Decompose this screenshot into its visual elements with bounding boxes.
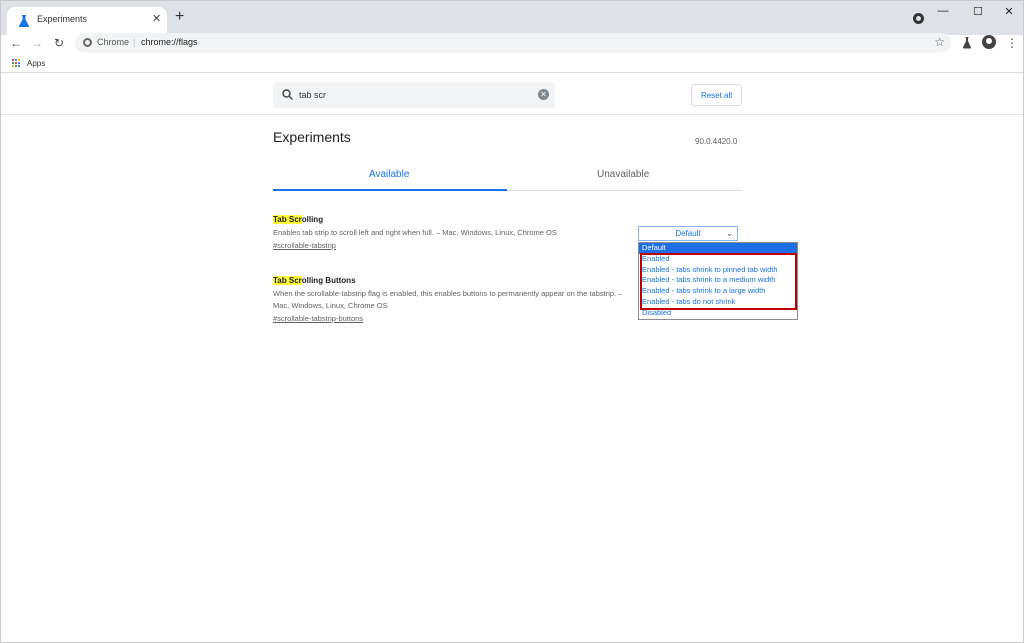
flag-state-select[interactable]: Default ⌄: [638, 226, 738, 241]
toolbar: ← → ↻ Chrome | chrome://flags ☆ ⋮: [1, 33, 1023, 55]
chrome-page-icon: [83, 38, 92, 47]
window-close-icon[interactable]: ✕: [999, 5, 1019, 21]
tab-unavailable[interactable]: Unavailable: [597, 169, 649, 180]
address-scheme-label: Chrome: [97, 37, 130, 47]
chevron-down-icon: ⌄: [726, 229, 733, 238]
browser-tab-title: Experiments: [37, 14, 88, 24]
flag-title: Tab Scrolling Buttons: [273, 276, 633, 285]
apps-grid-icon[interactable]: [12, 59, 21, 68]
flag-description: Enables tab strip to scroll left and rig…: [273, 228, 557, 237]
back-arrow-icon[interactable]: ←: [8, 35, 24, 51]
search-input[interactable]: [299, 87, 519, 103]
flag-permalink[interactable]: #scrollable-tabstrip-buttons: [273, 314, 633, 323]
flag-permalink[interactable]: #scrollable-tabstrip: [273, 241, 633, 250]
tab-strip: Experiments ✕ + — ☐ ✕: [1, 1, 1023, 35]
flag-state-options: Default Enabled Enabled - tabs shrink to…: [638, 242, 798, 320]
search-icon: [282, 89, 293, 100]
address-separator: |: [133, 37, 136, 47]
address-bar[interactable]: Chrome | chrome://flags ☆: [75, 33, 951, 53]
close-icon[interactable]: ✕: [152, 12, 161, 25]
clear-search-icon[interactable]: ✕: [538, 89, 549, 100]
flags-search-box: ✕: [273, 82, 555, 108]
tab-available[interactable]: Available: [369, 169, 409, 180]
new-tab-button[interactable]: +: [175, 8, 184, 26]
search-match-highlight: Tab Scr: [273, 276, 302, 285]
labs-flask-icon[interactable]: [962, 37, 972, 49]
apps-bookmark-label[interactable]: Apps: [27, 59, 45, 68]
browser-window: Experiments ✕ + — ☐ ✕ ← → ↻ Chrome | chr…: [0, 0, 1024, 643]
bookmarks-bar: Apps: [1, 55, 1023, 73]
flask-icon: [18, 15, 30, 27]
minimize-icon[interactable]: —: [933, 5, 953, 21]
flag-title-rest: olling Buttons: [301, 276, 356, 285]
forward-arrow-icon[interactable]: →: [29, 35, 45, 51]
flag-scrollable-tabstrip-buttons: Tab Scrolling Buttons When the scrollabl…: [273, 276, 633, 323]
flag-title-rest: olling: [301, 215, 324, 224]
active-tab-indicator: [273, 189, 507, 191]
search-match-highlight: Tab Scr: [273, 215, 302, 224]
menu-kebab-icon[interactable]: ⋮: [1006, 36, 1018, 50]
browser-tab-experiments[interactable]: Experiments ✕: [7, 7, 167, 35]
flag-title: Tab Scrolling: [273, 215, 633, 224]
address-url[interactable]: chrome://flags: [141, 37, 198, 47]
flags-tabs: Available Unavailable: [273, 163, 742, 191]
annotation-box: [640, 253, 797, 310]
maximize-icon[interactable]: ☐: [968, 5, 988, 21]
reset-all-button[interactable]: Reset all: [691, 84, 742, 106]
account-icon[interactable]: [982, 35, 996, 49]
flags-header: ✕ Reset all: [1, 73, 1023, 115]
tab-search-icon[interactable]: [913, 13, 924, 24]
flag-description: When the scrollable-tabstrip flag is ena…: [273, 289, 623, 310]
reload-icon[interactable]: ↻: [51, 35, 67, 51]
version-label: 90.0.4420.0: [695, 137, 738, 146]
flag-scrollable-tabstrip: Tab Scrolling Enables tab strip to scrol…: [273, 215, 633, 250]
bookmark-star-icon[interactable]: ☆: [934, 35, 945, 49]
page-title: Experiments: [273, 129, 351, 145]
select-value: Default: [675, 229, 701, 238]
